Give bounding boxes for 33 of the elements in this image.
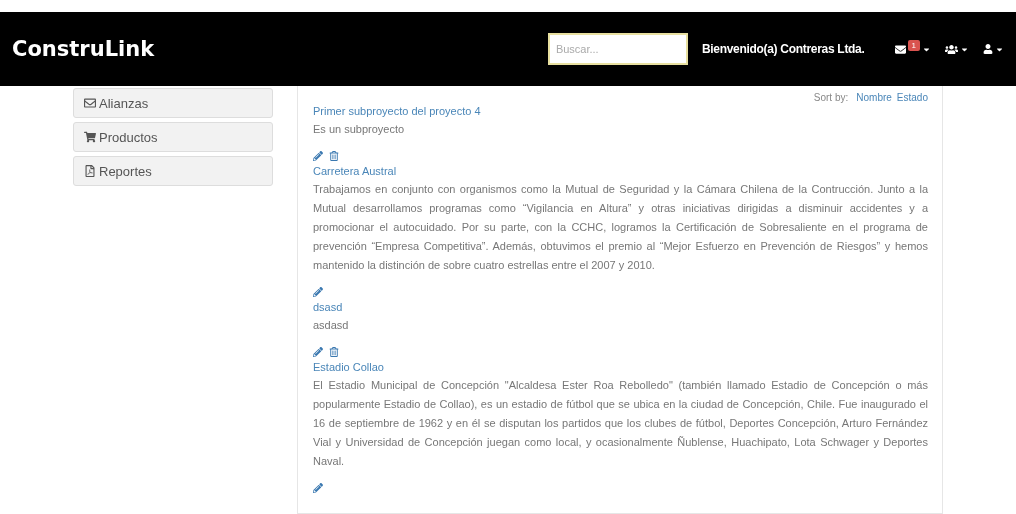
brand-logo[interactable]: ConstruLink <box>12 37 548 61</box>
users-icon <box>945 42 958 56</box>
trash-icon[interactable] <box>329 347 339 357</box>
edit-icon[interactable] <box>313 287 323 297</box>
message-count-badge: 1 <box>907 39 920 51</box>
project-description: El Estadio Municipal de Concepción "Alcaldesa Ester Roa Rebolledo" (también llamado Estadio de Concepción o más popularmente Estadio de Collao), es un estadio de fútbol que se ubica en la ciudad de Concepción, Chile. Fue inaugurado el 16 de septiembre de 1962 y en él se disputan los partidos que los clubes de fútbol, Deportes Concepción, Arturo Fernández Vial y Universidad de Concepción juegan como local, y ocasionalmente Ñublense, Huachipato, Lota Schwager y Deportes Naval. <box>313 378 928 469</box>
project-title[interactable]: dsasd <box>313 299 928 316</box>
project-title[interactable]: Carretera Austral <box>313 163 928 180</box>
sidebar-item[interactable]: Alianzas <box>73 88 273 118</box>
project-title[interactable]: Primer subproyecto del proyecto 4 <box>313 103 928 120</box>
edit-icon[interactable] <box>313 483 323 493</box>
project-description: asdasd <box>313 318 350 333</box>
sort-link[interactable]: Nombre <box>856 92 892 103</box>
cart-icon <box>84 131 96 143</box>
project-description: Es un subproyecto <box>313 122 406 137</box>
sidebar-item[interactable]: Reportes <box>73 156 273 186</box>
search-field[interactable]: Buscar... <box>547 33 688 65</box>
groups-menu[interactable] <box>945 42 969 56</box>
envelope-icon <box>84 97 96 109</box>
document-icon <box>84 165 96 177</box>
edit-icon[interactable] <box>313 151 323 161</box>
sort-link[interactable]: Estado <box>896 92 928 103</box>
user-icon <box>983 44 993 54</box>
sort-label: Sort by: <box>813 92 849 103</box>
sidebar-item[interactable]: Productos <box>73 122 273 152</box>
user-menu[interactable] <box>983 44 1004 54</box>
project-title[interactable]: Estadio Collao <box>313 359 928 376</box>
envelope-icon <box>894 43 906 55</box>
project-description: Trabajamos en conjunto con organismos como la Mutual de Seguridad y la Cámara Chilena de la Contrucción. Junto a la Mutual desarrollamos programas como “Vigilancia en Altura” y otras iniciativas dirigidas a disminuir accidentes y a promocionar el autocuidado. Por su parte, con la CCHC, logramos la Certificación de Sobresaliente en el programa de prevención “Empresa Competitiva”. Además, obtuvimos el premio al “Mejor Esfuerzo en Prevención de Riesgos” y hemos mantenido la distinción de sobre cuatro estrellas entre el 2007 y 2010. <box>313 182 928 273</box>
edit-icon[interactable] <box>313 347 323 357</box>
trash-icon[interactable] <box>329 151 339 161</box>
welcome-text: Bienvenido(a) Contreras Ltda. <box>701 42 865 56</box>
messages-menu[interactable]: 1 <box>894 43 931 55</box>
